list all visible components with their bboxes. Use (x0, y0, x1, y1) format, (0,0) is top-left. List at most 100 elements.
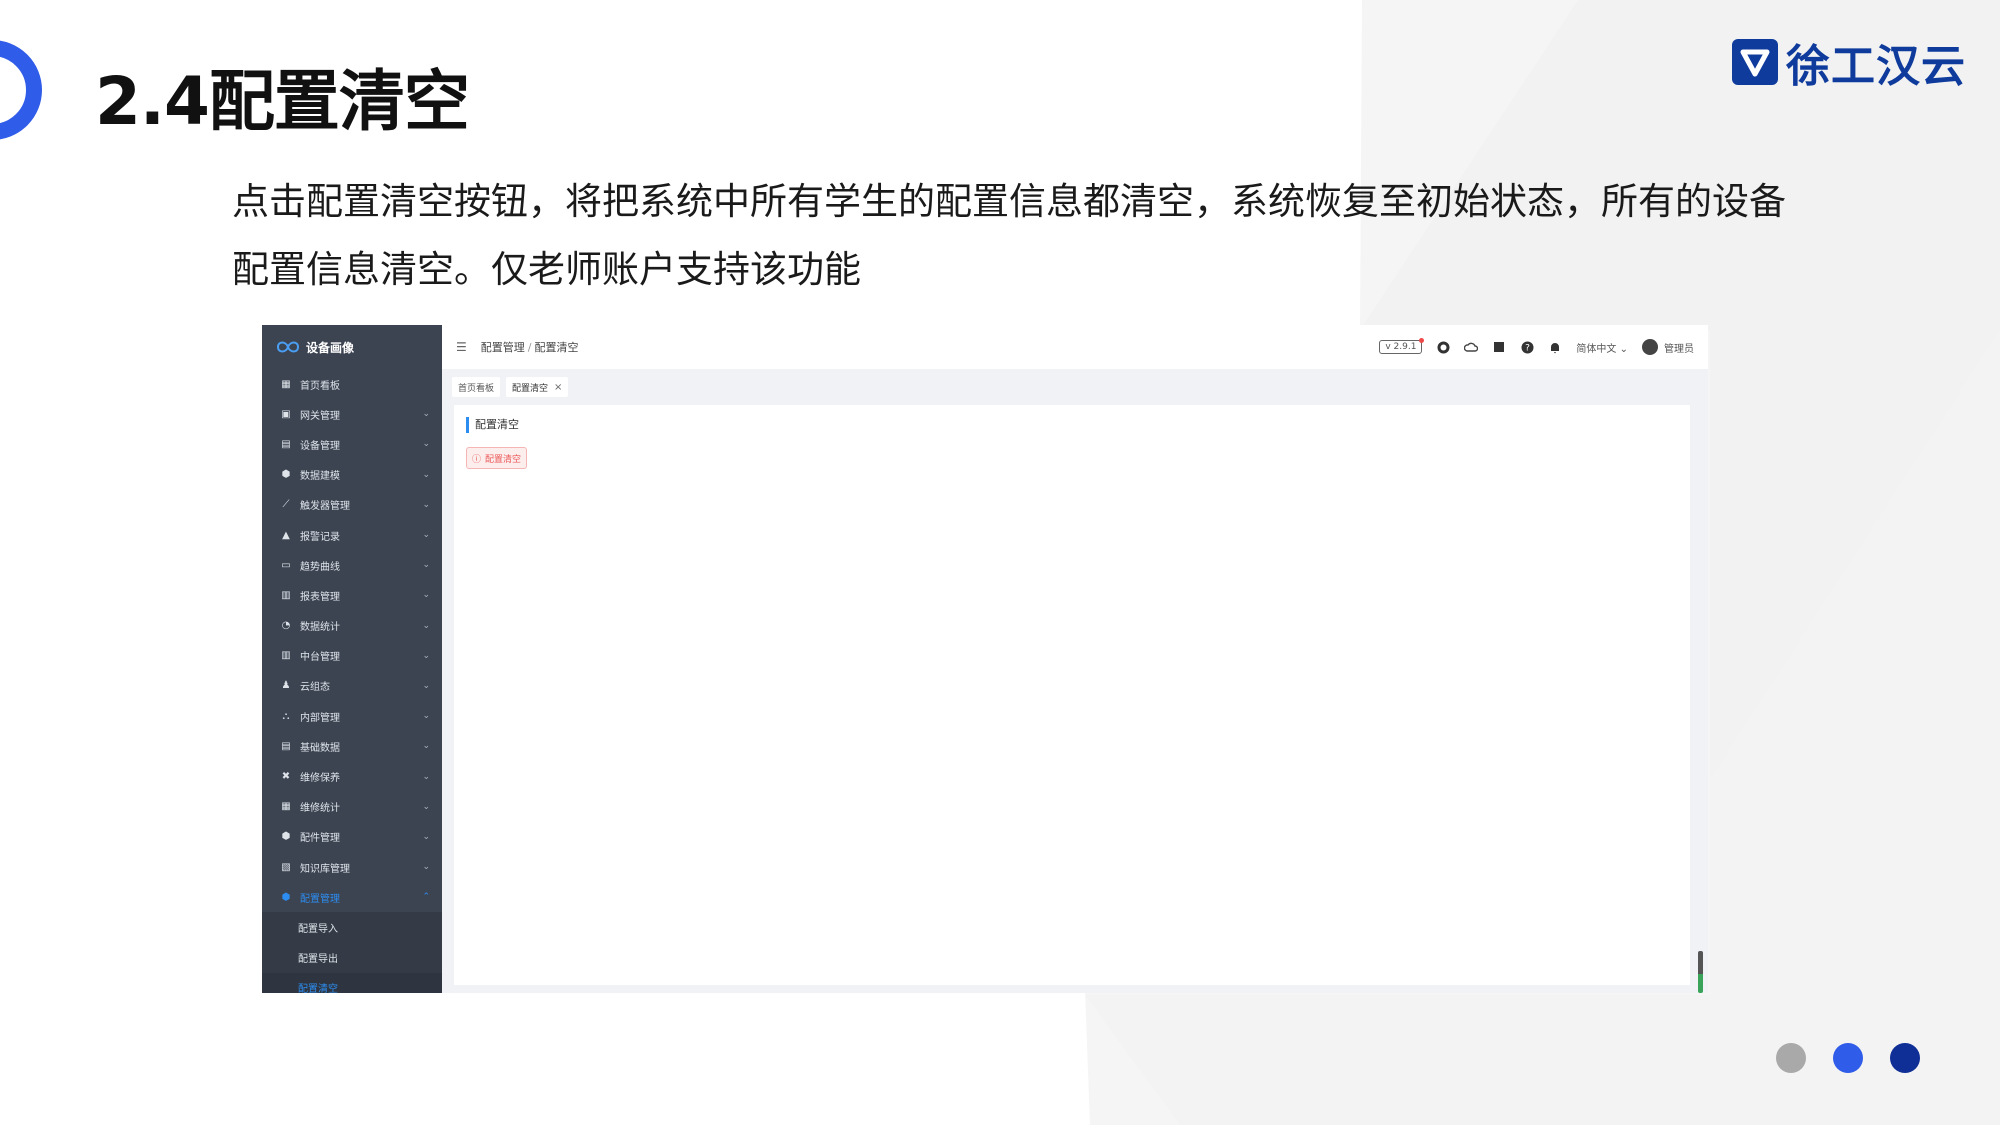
menu-toggle-icon[interactable]: ☰ (456, 340, 467, 354)
platform-icon: ▥ (281, 650, 291, 662)
dashboard-icon: ▦ (281, 378, 291, 390)
sidebar-submenu: 配置导入 配置导出 配置清空 (262, 912, 442, 993)
sidebar-subitem[interactable]: 配置导出 (262, 942, 442, 973)
chevron-icon: ⌄ (422, 801, 430, 812)
config-clear-button[interactable]: ⓘ 配置清空 (466, 447, 528, 469)
sidebar-item[interactable]: ✖ 维修保养 ⌄ (262, 761, 442, 791)
sidebar-item[interactable]: ▤ 设备管理 ⌄ (262, 429, 442, 459)
pagination-dots (1776, 1043, 1920, 1073)
report-icon: ▥ (281, 589, 291, 601)
sidebar-item[interactable]: ⬢ 配件管理 ⌄ (262, 822, 442, 852)
config-clear-button-label: 配置清空 (485, 454, 522, 465)
device-icon: ▤ (281, 438, 291, 450)
sidebar-item[interactable]: ▥ 中台管理 ⌄ (262, 641, 442, 671)
stats-icon: ◔ (281, 620, 291, 632)
sidebar-item[interactable]: ▦ 维修统计 ⌄ (262, 792, 442, 822)
sidebar-item[interactable]: ▭ 趋势曲线 ⌄ (262, 550, 442, 580)
tab-home[interactable]: 首页看板 (452, 377, 501, 397)
chevron-icon: ⌄ (422, 711, 430, 722)
breadcrumb-current: 配置清空 (534, 341, 579, 354)
sidebar-item-label: 配件管理 (300, 833, 340, 845)
trigger-icon: ⟋ (282, 499, 290, 511)
bell-icon[interactable] (1548, 340, 1562, 354)
sidebar-item-label: 首页看板 (300, 380, 340, 392)
sidebar-item[interactable]: ▣ 网关管理 ⌄ (262, 399, 442, 429)
chevron-icon: ⌄ (422, 620, 430, 631)
chevron-icon: ⌄ (422, 469, 430, 480)
sidebar-item[interactable]: ⬢ 配置管理 ⌃ (262, 882, 442, 912)
sidebar-item[interactable]: ◔ 数据统计 ⌄ (262, 611, 442, 641)
parts-icon: ⬢ (281, 831, 291, 843)
sidebar-item-label: 基础数据 (300, 742, 340, 754)
info-icon: ⓘ (472, 454, 482, 465)
breadcrumb: 配置管理 / 配置清空 (481, 339, 579, 355)
user-name: 管理员 (1664, 343, 1694, 355)
sidebar-item-label: 数据统计 (300, 622, 340, 634)
breadcrumb-parent[interactable]: 配置管理 (481, 341, 525, 354)
svg-text:?: ? (1525, 343, 1530, 353)
chevron-icon: ⌄ (422, 862, 430, 873)
chevron-icon: ⌄ (422, 439, 430, 450)
sidebar-item[interactable]: ▧ 知识库管理 ⌄ (262, 852, 442, 882)
org-icon: ⛬ (282, 710, 290, 722)
content-card: 配置清空 ⓘ 配置清空 (454, 405, 1690, 985)
sidebar-item[interactable]: ⛬ 内部管理 ⌄ (262, 701, 442, 731)
model-icon: ⬢ (281, 469, 291, 481)
version-badge[interactable]: v 2.9.1 (1379, 338, 1425, 354)
slide-description: 点击配置清空按钮，将把系统中所有学生的配置信息都清空，系统恢复至初始状态，所有的… (232, 180, 1786, 291)
trend-icon: ▭ (281, 559, 291, 571)
chevron-icon: ⌄ (422, 741, 430, 752)
chevron-icon: ⌄ (422, 680, 430, 691)
chevron-icon: ⌄ (422, 530, 430, 541)
slide-title: 2.4配置清空 (95, 63, 470, 140)
tab-config-clear[interactable]: 配置清空 × (506, 377, 569, 397)
sidebar-item[interactable]: ▤ 基础数据 ⌄ (262, 731, 442, 761)
github-icon[interactable] (1436, 340, 1450, 354)
sidebar-item[interactable]: ▥ 报表管理 ⌄ (262, 580, 442, 610)
cloud-icon[interactable] (1464, 340, 1479, 354)
sidebar-item-label: 内部管理 (300, 712, 340, 724)
sidebar-item[interactable]: ▲ 报警记录 ⌄ (262, 520, 442, 550)
fullscreen-icon[interactable] (1492, 340, 1506, 354)
gateway-icon: ▣ (281, 408, 291, 420)
sidebar-item-label: 维修统计 (300, 803, 340, 815)
scrollbar[interactable] (1698, 951, 1703, 993)
close-icon[interactable]: × (554, 382, 562, 393)
sidebar-item-label: 数据建模 (300, 471, 340, 483)
language-select[interactable]: 简体中文 ⌄ (1576, 340, 1628, 355)
help-icon[interactable]: ? (1520, 340, 1534, 354)
sidebar-item-label: 配置管理 (300, 893, 340, 905)
chevron-icon: ⌄ (422, 560, 430, 571)
chevron-down-icon: ⌄ (1619, 343, 1628, 355)
sidebar-item-label: 触发器管理 (300, 501, 350, 513)
chevron-icon: ⌄ (422, 590, 430, 601)
chevron-icon: ⌄ (422, 499, 430, 510)
knowledge-icon: ▧ (281, 861, 291, 873)
sidebar-item[interactable]: ♟ 云组态 ⌄ (262, 671, 442, 701)
sidebar-subitem[interactable]: 配置清空 (262, 972, 442, 993)
sidebar-item-label: 云组态 (300, 682, 330, 694)
alarm-icon: ▲ (282, 529, 290, 541)
top-right-toolbar: v 2.9.1 ? 简体中文 ⌄ 管理员 (1379, 325, 1694, 369)
user-menu[interactable]: 管理员 (1642, 339, 1694, 355)
sidebar-item-label: 报警记录 (300, 531, 340, 543)
dot-grey (1776, 1043, 1806, 1073)
sidebar-item-label: 报表管理 (300, 591, 340, 603)
sidebar-item[interactable]: ▦ 首页看板 (262, 369, 442, 399)
sidebar-item-label: 网关管理 (300, 410, 340, 422)
sidebar-item[interactable]: ⬢ 数据建模 ⌄ (262, 460, 442, 490)
sidebar-item[interactable]: ⟋ 触发器管理 ⌄ (262, 490, 442, 520)
app-logo[interactable]: 设备画像 (262, 325, 442, 369)
sidebar: 设备画像 ▦ 首页看板 ▣ 网关管理 ⌄ ▤ 设备管理 ⌄ ⬢ 数据建模 ⌄ ⟋ 触发器管理 ⌄ ▲ 报警记录… (262, 325, 442, 993)
brand-mark-icon (1732, 39, 1778, 85)
sidebar-subitem[interactable]: 配置导入 (262, 912, 442, 943)
app-screenshot: 设备画像 ▦ 首页看板 ▣ 网关管理 ⌄ ▤ 设备管理 ⌄ ⬢ 数据建模 ⌄ ⟋ 触发器管理 ⌄ ▲ 报警记录… (262, 325, 1708, 993)
app-name: 设备画像 (306, 340, 355, 355)
infinity-logo-icon (276, 341, 300, 353)
chevron-icon: ⌄ (422, 771, 430, 782)
breadcrumb-separator: / (527, 341, 532, 354)
config-icon: ⬢ (281, 891, 291, 903)
tab-label: 配置清空 (512, 383, 549, 394)
chevron-icon: ⌄ (422, 831, 430, 842)
brand-logo: 徐工汉云 (1732, 34, 1966, 92)
